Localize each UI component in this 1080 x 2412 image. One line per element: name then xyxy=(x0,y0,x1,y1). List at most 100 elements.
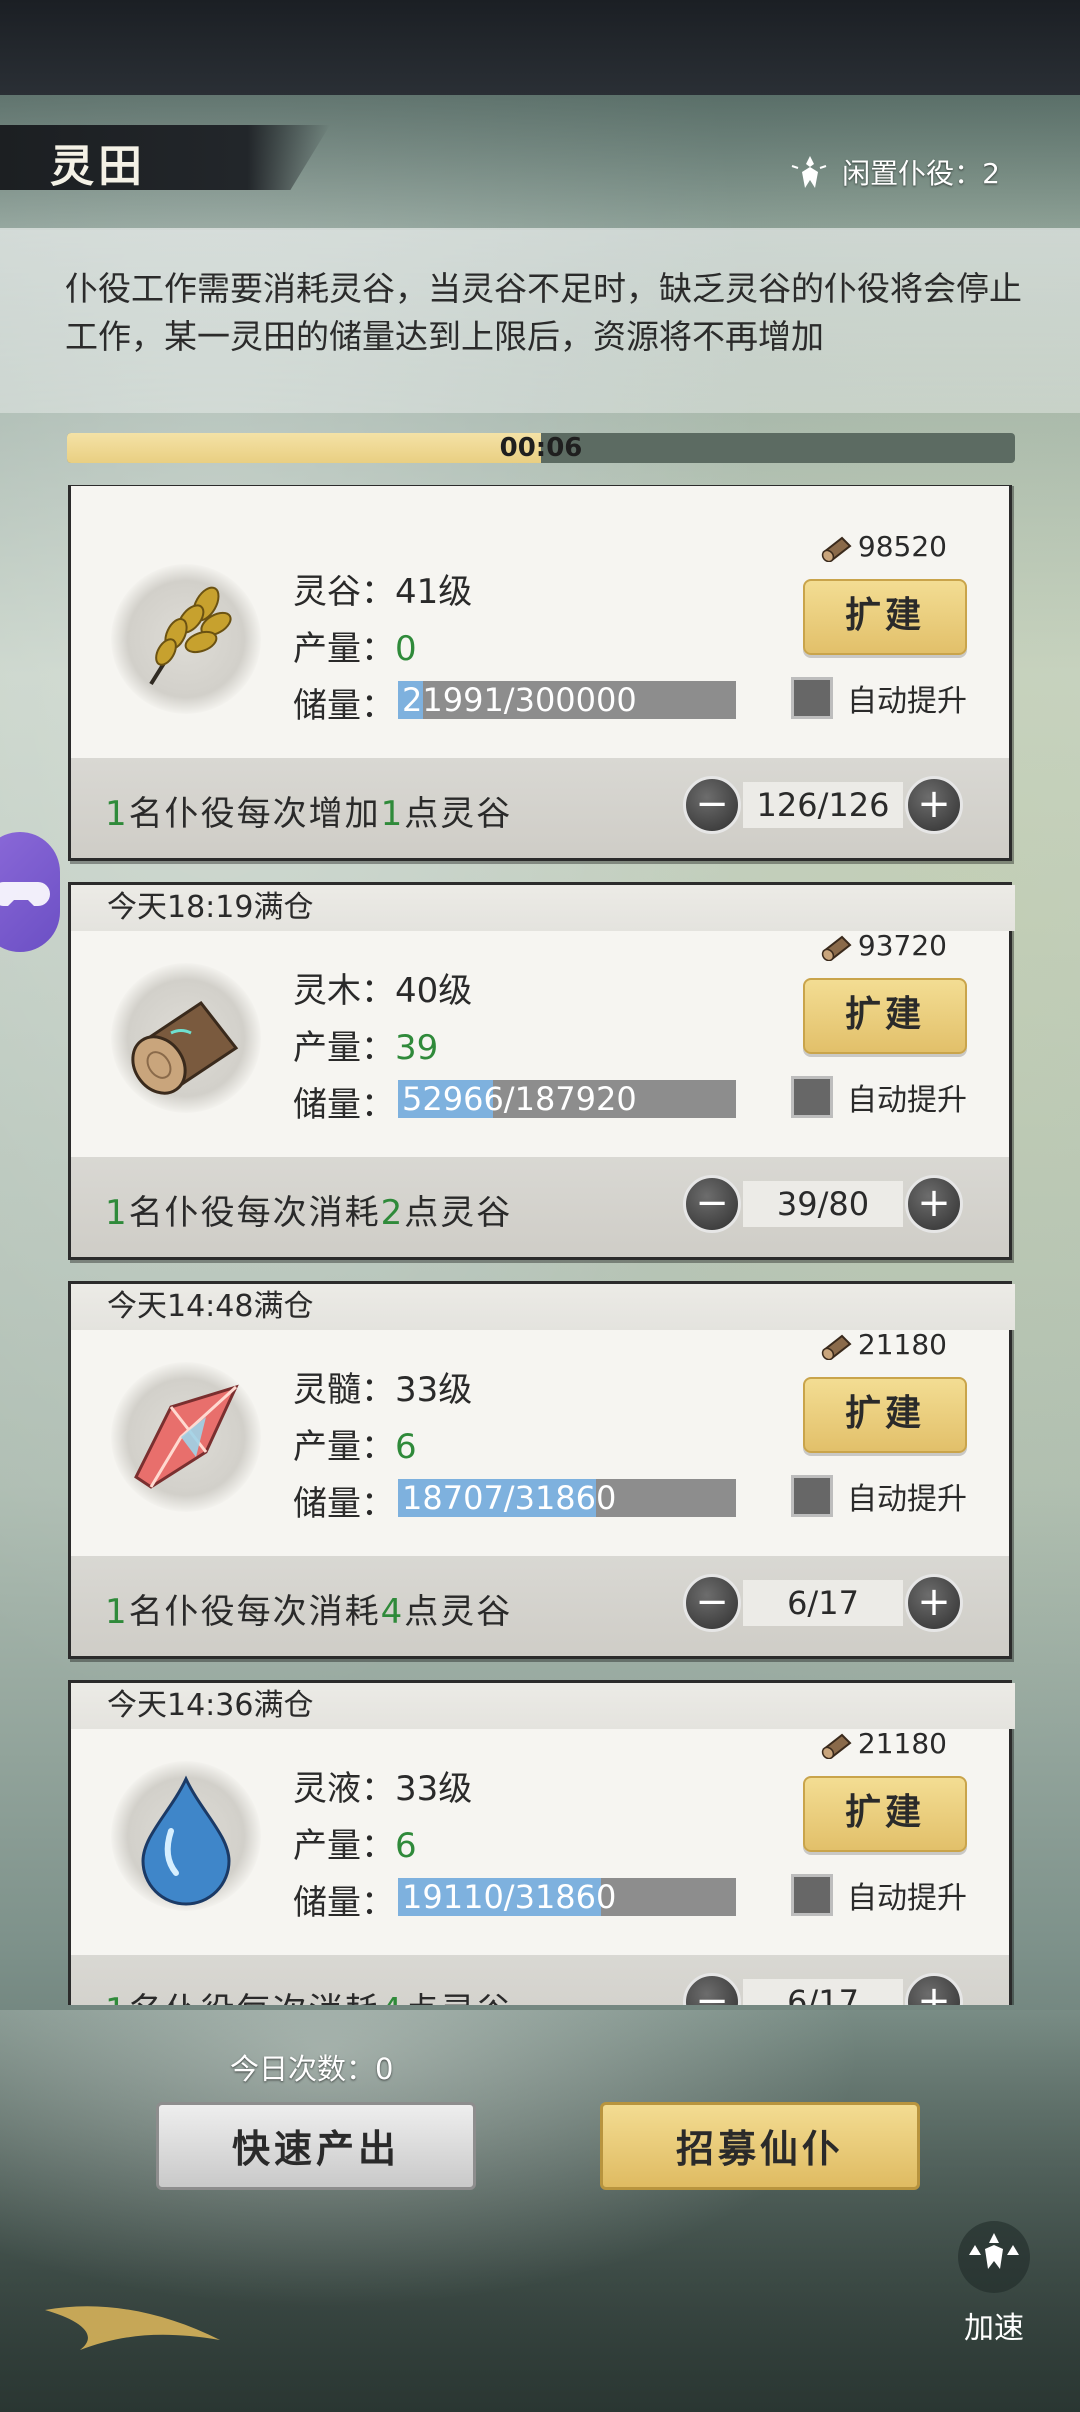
auto-upgrade-toggle[interactable]: 自动提升 xyxy=(791,1075,967,1119)
expand-button[interactable]: 扩建 xyxy=(803,1377,967,1453)
expand-cost-value: 21180 xyxy=(857,1727,947,1760)
rule-servant-count: 1 xyxy=(105,794,129,834)
speed-up-icon xyxy=(958,2221,1030,2293)
servant-strip: 1名仆役每次消耗2点灵谷 − 39/80 + xyxy=(71,1157,1009,1257)
field-list[interactable]: 灵谷：41级 产量：0 储量： 21991/300000 98520 扩建 自动… xyxy=(0,485,1080,2005)
field-output: 产量：39 xyxy=(293,1020,438,1069)
field-card: 灵谷：41级 产量：0 储量： 21991/300000 98520 扩建 自动… xyxy=(68,485,1012,861)
auto-upgrade-label: 自动提升 xyxy=(847,1482,967,1517)
output-value: 0 xyxy=(395,629,417,669)
idle-servants-label: 闲置仆役：2 xyxy=(842,157,1000,190)
auto-upgrade-checkbox[interactable] xyxy=(791,1874,833,1916)
output-value: 6 xyxy=(395,1826,417,1866)
rule-servant-count: 1 xyxy=(105,1592,129,1632)
minus-button[interactable]: − xyxy=(683,776,741,834)
full-time-label: 今天14:36满仓 xyxy=(71,1683,1015,1729)
auto-upgrade-checkbox[interactable] xyxy=(791,1475,833,1517)
expand-cost: 21180 xyxy=(820,1727,947,1760)
auto-upgrade-label: 自动提升 xyxy=(847,684,967,719)
wood-icon xyxy=(111,963,261,1113)
speed-up-label: 加速 xyxy=(964,2311,1024,2346)
servant-stepper: − 6/17 + xyxy=(683,1574,963,1632)
storage-label: 储量： xyxy=(293,1883,395,1923)
output-label: 产量： xyxy=(293,1826,395,1866)
plus-button[interactable]: + xyxy=(905,1175,963,1233)
full-time-label: 今天14:48满仓 xyxy=(71,1284,1015,1330)
output-value: 6 xyxy=(395,1427,417,1467)
storage-bar: 19110/31860 xyxy=(398,1878,736,1916)
storage-value: 18707/31860 xyxy=(402,1479,617,1517)
storage-value: 52966/187920 xyxy=(402,1080,637,1118)
top-status-bar xyxy=(0,0,1080,95)
servant-count: 39/80 xyxy=(743,1181,903,1227)
quick-produce-button[interactable]: 快速产出 xyxy=(156,2102,476,2190)
servant-rule: 1名仆役每次增加1点灵谷 xyxy=(105,786,512,835)
speed-up-button[interactable]: 加速 xyxy=(944,2215,1044,2346)
storage-bar: 21991/300000 xyxy=(398,681,736,719)
auto-upgrade-label: 自动提升 xyxy=(847,1881,967,1916)
rule-text: 名仆役每次消耗 xyxy=(128,1592,381,1632)
rule-text: 名仆役每次消耗 xyxy=(128,1193,381,1233)
full-time-label: 今天18:19满仓 xyxy=(71,885,1015,931)
expand-cost-value: 93720 xyxy=(857,929,947,962)
servant-icon xyxy=(791,156,827,188)
wood-cost-icon xyxy=(821,536,852,562)
plus-button[interactable]: + xyxy=(905,1574,963,1632)
expand-cost-value: 98520 xyxy=(857,530,947,563)
rule-unit: 点灵谷 xyxy=(404,1193,513,1233)
field-card: 今天14:36满仓 灵液：33级 产量：6 储量： 19110/31860 21… xyxy=(68,1680,1015,2005)
wood-cost-icon xyxy=(821,1334,852,1360)
wood-cost-icon xyxy=(821,1733,852,1759)
storage-label: 储量： xyxy=(293,1484,395,1524)
output-label: 产量： xyxy=(293,629,395,669)
expand-button[interactable]: 扩建 xyxy=(803,1776,967,1852)
timer-text: 00:06 xyxy=(499,433,583,463)
field-card: 今天18:19满仓 灵木：40级 产量：39 储量： 52966/187920 … xyxy=(68,882,1015,1260)
floating-game-button[interactable] xyxy=(0,832,60,952)
auto-upgrade-checkbox[interactable] xyxy=(791,677,833,719)
storage-value: 19110/31860 xyxy=(402,1878,617,1916)
expand-cost: 98520 xyxy=(820,530,947,563)
rule-servant-count: 1 xyxy=(105,1991,129,2005)
production-timer: 00:06 xyxy=(67,433,1015,463)
auto-upgrade-toggle[interactable]: 自动提升 xyxy=(791,676,967,720)
servant-strip: 1名仆役每次消耗4点灵谷 − 6/17 + xyxy=(71,1556,1009,1656)
expand-button[interactable]: 扩建 xyxy=(803,978,967,1054)
plus-button[interactable]: + xyxy=(905,1973,963,2005)
servant-stepper: − 126/126 + xyxy=(683,776,963,834)
rule-unit: 点灵谷 xyxy=(404,1991,512,2005)
minus-button[interactable]: − xyxy=(683,1175,741,1233)
storage-label: 储量： xyxy=(293,686,395,726)
auto-upgrade-checkbox[interactable] xyxy=(791,1076,833,1118)
liquid-drop-icon xyxy=(111,1761,261,1911)
description-text: 仆役工作需要消耗灵谷，当灵谷不足时，缺乏灵谷的仆役将会停止工作，某一灵田的储量达… xyxy=(65,269,1022,356)
rule-amount: 2 xyxy=(380,1193,405,1233)
field-output: 产量：6 xyxy=(293,1419,417,1468)
recruit-servant-button[interactable]: 招募仙仆 xyxy=(600,2102,920,2190)
grain-icon xyxy=(111,564,261,714)
servant-count: 126/126 xyxy=(743,782,903,828)
rule-servant-count: 1 xyxy=(105,1193,129,1233)
storage-bar: 52966/187920 xyxy=(398,1080,736,1118)
storage-label: 储量： xyxy=(293,1085,395,1125)
expand-button[interactable]: 扩建 xyxy=(803,579,967,655)
today-count: 今日次数：0 xyxy=(230,2052,394,2086)
gamepad-icon xyxy=(0,882,50,906)
rule-amount: 4 xyxy=(381,1991,405,2005)
servant-rule: 1名仆役每次消耗4点灵谷 xyxy=(105,1983,512,2005)
field-level: 灵谷：41级 xyxy=(293,572,473,612)
output-label: 产量： xyxy=(293,1028,395,1068)
field-level: 灵髓：33级 xyxy=(293,1370,473,1410)
plus-button[interactable]: + xyxy=(905,776,963,834)
servant-count: 6/17 xyxy=(743,1580,903,1626)
minus-button[interactable]: − xyxy=(683,1973,741,2005)
rule-text: 名仆役每次增加 xyxy=(128,794,381,834)
output-label: 产量： xyxy=(293,1427,395,1467)
auto-upgrade-toggle[interactable]: 自动提升 xyxy=(791,1873,967,1917)
auto-upgrade-toggle[interactable]: 自动提升 xyxy=(791,1474,967,1518)
crystal-icon xyxy=(111,1362,261,1512)
minus-button[interactable]: − xyxy=(683,1574,741,1632)
field-level: 灵液：33级 xyxy=(293,1769,473,1809)
rule-text: 名仆役每次消耗 xyxy=(129,1991,381,2005)
storage-bar: 18707/31860 xyxy=(398,1479,736,1517)
